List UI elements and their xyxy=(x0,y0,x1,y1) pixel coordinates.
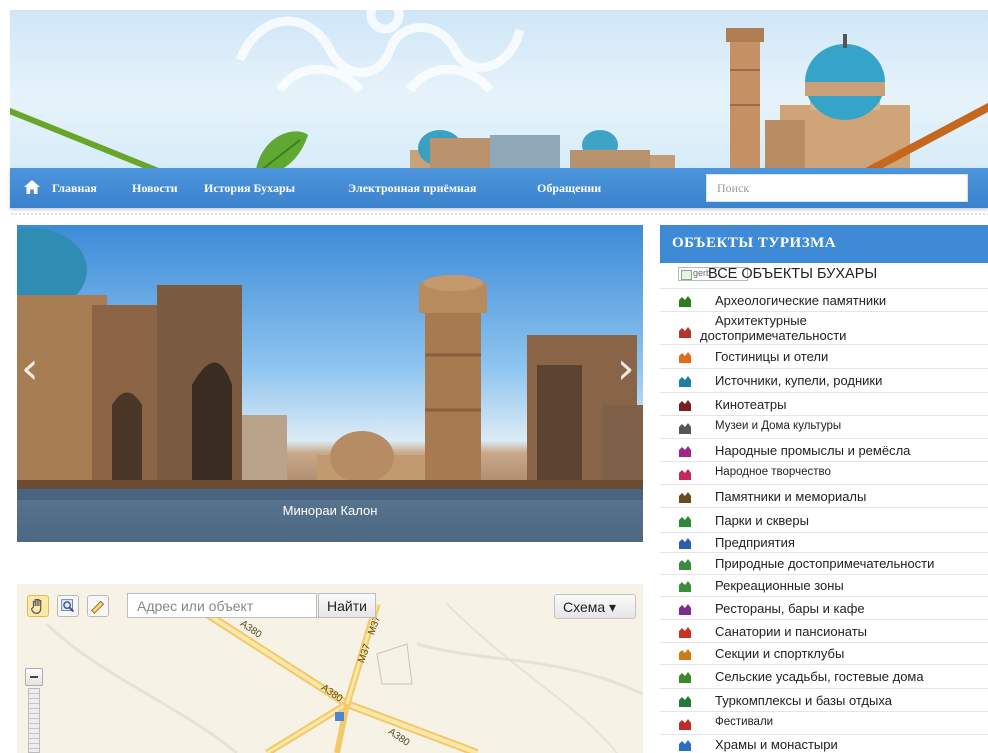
category-item[interactable]: Музеи и Дома культуры xyxy=(660,416,988,439)
slide-caption: Минораи Калон xyxy=(282,503,378,518)
category-item[interactable]: Предприятия xyxy=(660,533,988,553)
dotted-divider xyxy=(10,212,988,216)
category-label: Народное творчество xyxy=(715,465,831,478)
category-item[interactable]: Секции и спортклубы xyxy=(660,643,988,665)
category-label: Памятники и мемориалы xyxy=(715,488,867,504)
magnifier-icon xyxy=(61,599,75,613)
map-type-dropdown[interactable]: Схема ▾ xyxy=(554,594,636,619)
category-item[interactable]: Фестивали xyxy=(660,712,988,735)
main-navbar: Главная Новости История Бухары Электронн… xyxy=(10,168,988,208)
all-objects-label: ВСЕ ОБЪЕКТЫ БУХАРЫ xyxy=(708,266,878,282)
category-item[interactable]: Памятники и мемориалы xyxy=(660,485,988,508)
category-item[interactable]: Гостиницы и отели xyxy=(660,345,988,369)
nav-item-history[interactable]: История Бухары xyxy=(204,181,295,196)
category-item[interactable]: Сельские усадьбы, гостевые дома xyxy=(660,665,988,689)
category-item[interactable]: Архитектурные достопримечательности xyxy=(660,312,988,345)
category-item[interactable]: Храмы и монастыри xyxy=(660,735,988,753)
bukhara-skyline xyxy=(410,28,910,170)
sanatorium-icon xyxy=(677,624,693,640)
slide-caption-bar: Минораи Калон xyxy=(17,489,643,542)
category-label: Секции и спортклубы xyxy=(715,646,845,661)
category-label: Гостиницы и отели xyxy=(715,349,829,364)
category-item[interactable]: Источники, купели, родники xyxy=(660,369,988,393)
category-item[interactable]: Туркомплексы и базы отдыха xyxy=(660,689,988,712)
category-label: Санатории и пансионаты xyxy=(715,623,868,639)
decorative-green-line xyxy=(10,100,214,170)
hand-tool-button[interactable] xyxy=(27,595,49,617)
nature-icon xyxy=(677,556,693,572)
park-icon xyxy=(677,513,693,529)
category-label: Парки и скверы xyxy=(715,512,809,528)
temple-icon xyxy=(677,737,693,753)
ruler-icon xyxy=(90,600,105,614)
nav-item-appeals[interactable]: Обращении xyxy=(537,181,601,196)
category-item[interactable]: Народное творчество xyxy=(660,462,988,485)
category-label: Музеи и Дома культуры xyxy=(715,419,842,432)
guesthouse-icon xyxy=(677,669,693,685)
festival-icon xyxy=(677,716,693,732)
category-label: Рестораны, бары и кафе xyxy=(715,600,865,616)
header-banner xyxy=(10,10,988,170)
category-label: Источники, купели, родники xyxy=(715,373,883,388)
category-item[interactable]: Археологические памятники xyxy=(660,289,988,312)
address-search-input[interactable]: Адрес или объект xyxy=(127,593,317,618)
search-input[interactable]: Поиск xyxy=(706,174,968,202)
ruler-tool-button[interactable] xyxy=(87,595,109,617)
crafts-icon xyxy=(677,443,693,459)
slider-next-button[interactable]: › xyxy=(617,347,635,391)
slider-prev-button[interactable]: ‹ xyxy=(21,347,39,391)
hand-icon xyxy=(31,599,42,614)
category-label: Фестивали xyxy=(715,715,774,728)
monument-icon xyxy=(677,489,693,505)
image-slider[interactable]: ‹ › Минораи Калон xyxy=(17,225,643,542)
category-label: Природные достопримечательности xyxy=(715,556,935,571)
restaurant-icon xyxy=(677,601,693,617)
category-label: Кинотеатры xyxy=(715,396,787,412)
nav-item-reception[interactable]: Электронная приёмная xyxy=(348,181,476,196)
category-label: Сельские усадьбы, гостевые дома xyxy=(715,669,924,684)
sport-icon xyxy=(677,646,693,662)
category-label: Предприятия xyxy=(715,535,795,550)
find-button[interactable]: Найти xyxy=(318,593,376,618)
tourism-category-list: gerb ВСЕ ОБЪЕКТЫ БУХАРЫ Археологические … xyxy=(660,263,988,753)
nav-item-news[interactable]: Новости xyxy=(132,181,178,196)
hotel-icon xyxy=(677,349,693,365)
architecture-icon xyxy=(677,324,693,340)
enterprise-icon xyxy=(677,535,693,551)
ruins-icon xyxy=(677,293,693,309)
category-item[interactable]: Кинотеатры xyxy=(660,393,988,416)
folk-art-icon xyxy=(677,466,693,482)
category-item[interactable]: Рестораны, бары и кафе xyxy=(660,597,988,620)
nav-item-home[interactable]: Главная xyxy=(52,181,97,196)
category-label: Народные промыслы и ремёсла xyxy=(715,442,911,458)
magnifier-tool-button[interactable] xyxy=(57,595,79,617)
spring-icon xyxy=(677,373,693,389)
zoom-slider[interactable] xyxy=(28,688,40,753)
category-label: Рекреационные зоны xyxy=(715,578,844,593)
tourbase-icon xyxy=(677,693,693,709)
category-item[interactable]: Народные промыслы и ремёсла xyxy=(660,439,988,462)
yandex-map[interactable]: A380 M37 M37 A380 A380 Адрес или объект … xyxy=(17,584,643,753)
category-label: Архитектурные достопримечательности xyxy=(700,313,847,343)
category-item[interactable]: Природные достопримечательности xyxy=(660,553,988,575)
home-icon[interactable] xyxy=(24,180,40,194)
category-item[interactable]: Рекреационные зоны xyxy=(660,575,988,597)
tourism-objects-header: ОБЪЕКТЫ ТУРИЗМА xyxy=(660,225,988,263)
category-item[interactable]: Санатории и пансионаты xyxy=(660,620,988,643)
leaf-icon xyxy=(256,131,308,170)
cinema-icon xyxy=(677,397,693,413)
category-label: Туркомплексы и базы отдыха xyxy=(715,692,892,708)
zoom-out-button[interactable] xyxy=(25,668,43,686)
category-label: Храмы и монастыри xyxy=(715,737,838,752)
category-item[interactable]: Парки и скверы xyxy=(660,508,988,533)
recreation-icon xyxy=(677,578,693,594)
category-label: Археологические памятники xyxy=(715,292,887,308)
all-objects-link[interactable]: gerb ВСЕ ОБЪЕКТЫ БУХАРЫ xyxy=(660,263,988,289)
museum-icon xyxy=(677,420,693,436)
